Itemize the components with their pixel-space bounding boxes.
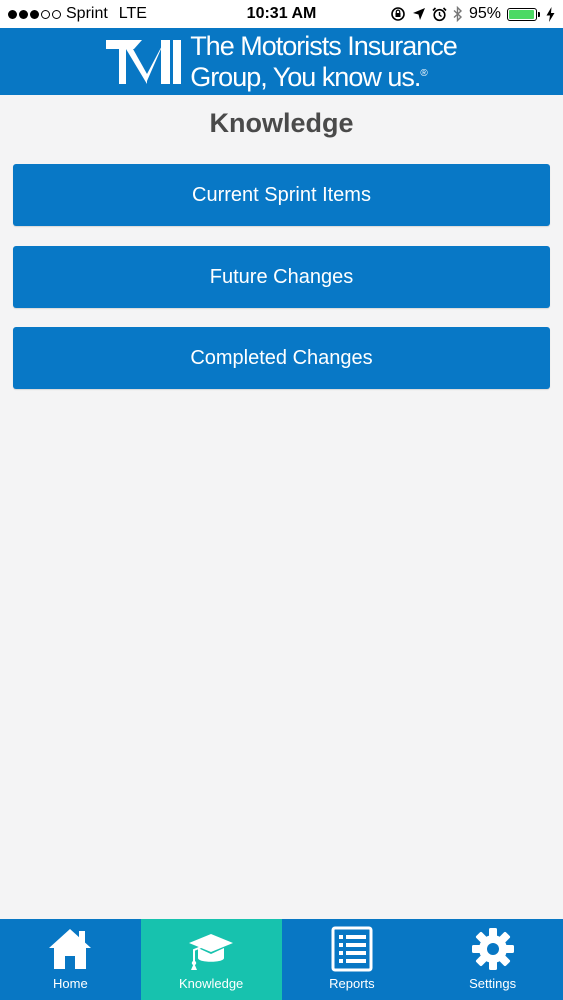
tab-knowledge-label: Knowledge [178,976,244,991]
tab-knowledge[interactable]: Knowledge [140,919,282,1000]
signal-dot [30,9,39,19]
status-bar: Sprint LTE 10:31 AM 95% [0,0,563,28]
logo-wordmark: The Motorists Insurance Group, You know … [190,30,458,91]
status-right: 95% [355,5,555,23]
page-title: Knowledge [209,108,354,138]
list-icon [328,925,376,973]
graduation-cap-icon [187,925,235,973]
status-time: 10:31 AM [246,5,317,22]
battery-body [507,7,537,21]
tab-home-label: Home [53,976,88,991]
signal-dot [41,9,50,19]
charging-bolt-icon [546,6,555,22]
signal-dot [8,9,17,19]
battery-tip [538,11,540,17]
tab-reports-label: Reports [329,976,375,991]
battery-fill [509,9,534,19]
rotation-lock-icon [390,6,406,22]
logo-mark-icon [106,39,182,84]
alarm-icon [432,6,447,22]
location-arrow-icon [412,7,426,21]
brand-logo: The Motorists Insurance Group, You know … [106,30,458,91]
status-left: Sprint LTE [8,5,208,23]
future-changes-button[interactable]: Future Changes [13,246,550,308]
carrier-name: Sprint [66,5,108,22]
battery-percent: 95% [468,5,501,22]
registered-mark: ® [420,67,427,79]
tab-settings-label: Settings [469,976,517,991]
logo-line-2: Group, You know us. [190,61,421,92]
gear-icon [469,925,517,973]
logo-line-1: The Motorists Insurance [190,30,458,61]
logo-line-2-row: Group, You know us.® [190,60,457,91]
tab-reports[interactable]: Reports [282,919,423,1000]
tab-home[interactable]: Home [0,919,141,1000]
completed-changes-button[interactable]: Completed Changes [13,327,550,389]
current-sprint-items-button[interactable]: Current Sprint Items [13,164,550,226]
tab-settings[interactable]: Settings [422,919,563,1000]
network-type: LTE [118,5,147,22]
signal-dot [52,9,61,19]
signal-strength-icon [8,9,61,19]
home-icon [46,925,94,973]
battery-icon [507,7,540,21]
tab-bar: Home Knowledge Reports Settings [0,919,563,1000]
bluetooth-icon [453,6,463,22]
signal-dot [19,9,28,19]
app-header: The Motorists Insurance Group, You know … [0,28,563,95]
